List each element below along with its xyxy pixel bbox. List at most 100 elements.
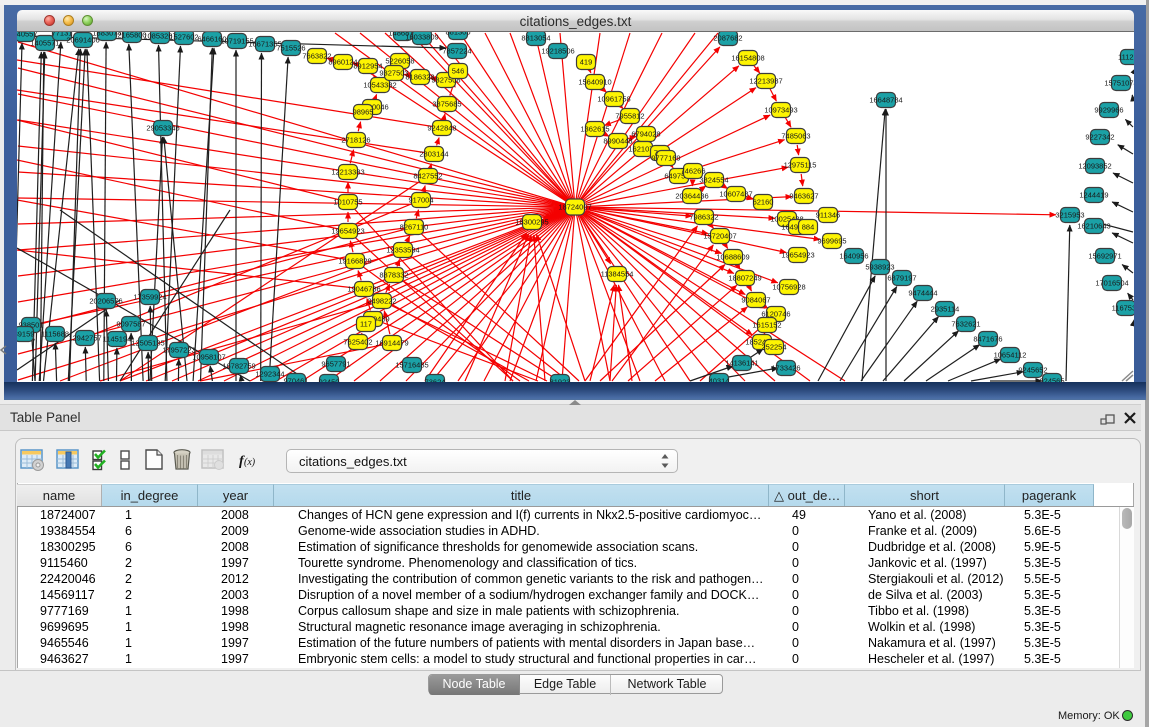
svg-text:14136141: 14136141	[725, 359, 758, 368]
svg-text:8267110: 8267110	[400, 223, 429, 232]
svg-text:9463627: 9463627	[789, 192, 818, 201]
svg-text:7515526: 7515526	[276, 44, 305, 53]
svg-text:2718126: 2718126	[341, 136, 370, 145]
svg-text:73624: 73624	[425, 378, 446, 383]
svg-text:881305: 881305	[445, 32, 470, 37]
svg-text:9245652: 9245652	[1018, 366, 1047, 375]
svg-text:9657791: 9657791	[321, 360, 350, 369]
svg-text:17016504: 17016504	[1095, 279, 1128, 288]
svg-text:10543382: 10543382	[363, 81, 396, 90]
svg-text:7986322: 7986322	[689, 213, 718, 222]
svg-text:10607487: 10607487	[719, 190, 752, 199]
svg-text:18300295: 18300295	[515, 218, 548, 227]
svg-text:5226058: 5226058	[385, 57, 414, 66]
svg-text:9699695: 9699695	[817, 237, 846, 246]
svg-text:2935114: 2935114	[931, 305, 960, 314]
svg-text:16154808: 16154808	[731, 54, 764, 63]
svg-text:7663822: 7663822	[302, 52, 331, 61]
svg-text:10973493: 10973493	[764, 106, 797, 115]
svg-text:7857224: 7857224	[442, 47, 471, 56]
svg-text:7955812: 7955812	[615, 112, 644, 121]
svg-text:12975115: 12975115	[784, 161, 817, 170]
svg-text:18724007: 18724007	[558, 203, 591, 212]
svg-text:20364436: 20364436	[675, 192, 708, 201]
svg-text:19654923: 19654923	[781, 251, 814, 260]
svg-text:1362615: 1362615	[580, 125, 609, 134]
svg-text:970461: 970461	[283, 377, 308, 383]
svg-text:3215953: 3215953	[1055, 211, 1084, 220]
svg-text:9242848: 9242848	[427, 124, 456, 133]
svg-text:5938923: 5938923	[865, 263, 894, 272]
svg-text:8186328: 8186328	[405, 73, 434, 82]
svg-text:546: 546	[452, 67, 465, 76]
svg-text:10961758: 10961758	[597, 95, 630, 104]
svg-text:39159: 39159	[17, 330, 34, 339]
svg-text:16782759: 16782759	[222, 362, 255, 371]
svg-text:16033809: 16033809	[405, 33, 438, 42]
svg-text:1292344: 1292344	[255, 370, 284, 379]
svg-text:11384554: 11384554	[601, 270, 634, 279]
svg-text:252254: 252254	[761, 343, 786, 352]
svg-text:8427552: 8427552	[413, 172, 442, 181]
svg-text:12942757: 12942757	[68, 334, 101, 343]
svg-text:2165800: 2165800	[117, 32, 146, 40]
svg-text:911346: 911346	[816, 211, 840, 220]
svg-text:10654112: 10654112	[994, 351, 1027, 360]
svg-text:9327503: 9327503	[379, 69, 408, 78]
svg-text:16648784: 16648784	[869, 96, 902, 105]
svg-text:18807249: 18807249	[728, 274, 761, 283]
svg-text:1527602: 1527602	[169, 33, 198, 42]
svg-text:19046786: 19046786	[347, 285, 380, 294]
svg-text:12093852: 12093852	[1078, 162, 1111, 171]
svg-text:746266: 746266	[680, 167, 705, 176]
svg-text:16914479: 16914479	[375, 339, 408, 348]
svg-text:111294: 111294	[1118, 53, 1134, 62]
svg-text:1244419: 1244419	[1079, 191, 1108, 200]
svg-text:3498222: 3498222	[367, 297, 396, 306]
svg-text:17957223: 17957223	[162, 346, 195, 355]
svg-text:8878332: 8878332	[379, 271, 408, 280]
svg-text:15716485: 15716485	[395, 361, 428, 370]
svg-text:6794028: 6794028	[631, 130, 660, 139]
svg-text:20206576: 20206576	[89, 297, 122, 306]
svg-text:9084067: 9084067	[741, 296, 770, 305]
svg-text:9474444: 9474444	[908, 289, 937, 298]
svg-text:1010755: 1010755	[333, 198, 362, 207]
svg-text:8912954: 8912954	[353, 62, 382, 71]
svg-text:1145194: 1145194	[103, 335, 132, 344]
svg-text:10756928: 10756928	[772, 283, 805, 292]
svg-text:1615152: 1615152	[752, 321, 781, 330]
svg-text:8471676: 8471676	[973, 335, 1002, 344]
svg-text:(x): (x)	[244, 457, 256, 468]
svg-text:1167533: 1167533	[1112, 304, 1134, 313]
svg-text:15720407: 15720407	[703, 232, 736, 241]
svg-text:19218506: 19218506	[541, 47, 574, 56]
svg-text:12505135: 12505135	[131, 339, 164, 348]
svg-text:29053346: 29053346	[146, 124, 179, 133]
svg-text:419: 419	[580, 58, 593, 67]
svg-text:10958107: 10958107	[192, 353, 225, 362]
svg-text:19166829: 19166829	[338, 257, 371, 266]
svg-text:9929966: 9929966	[1094, 106, 1123, 115]
svg-text:10688609: 10688609	[716, 253, 749, 262]
svg-text:17359924: 17359924	[133, 293, 166, 302]
svg-text:19654923: 19654923	[331, 227, 364, 236]
svg-text:884: 884	[802, 223, 815, 232]
svg-text:15751074: 15751074	[1104, 79, 1134, 88]
svg-text:15692971: 15692971	[1088, 252, 1121, 261]
svg-text:12353594: 12353594	[386, 246, 419, 255]
svg-text:9777169: 9777169	[651, 154, 680, 163]
svg-text:117: 117	[360, 320, 372, 329]
svg-text:92450: 92450	[319, 378, 340, 383]
svg-text:3875685: 3875685	[432, 100, 461, 109]
svg-text:2087682: 2087682	[713, 34, 742, 43]
svg-text:7625402: 7625402	[343, 338, 372, 347]
svg-text:7632621: 7632621	[951, 320, 980, 329]
svg-text:40314: 40314	[709, 377, 730, 383]
svg-text:917004: 917004	[408, 196, 433, 205]
svg-text:2803144: 2803144	[419, 150, 448, 159]
svg-text:12213383: 12213383	[331, 168, 364, 177]
svg-text:3824554: 3824554	[699, 176, 728, 185]
svg-text:1115688: 1115688	[41, 330, 69, 339]
svg-text:924565: 924565	[1039, 377, 1064, 383]
